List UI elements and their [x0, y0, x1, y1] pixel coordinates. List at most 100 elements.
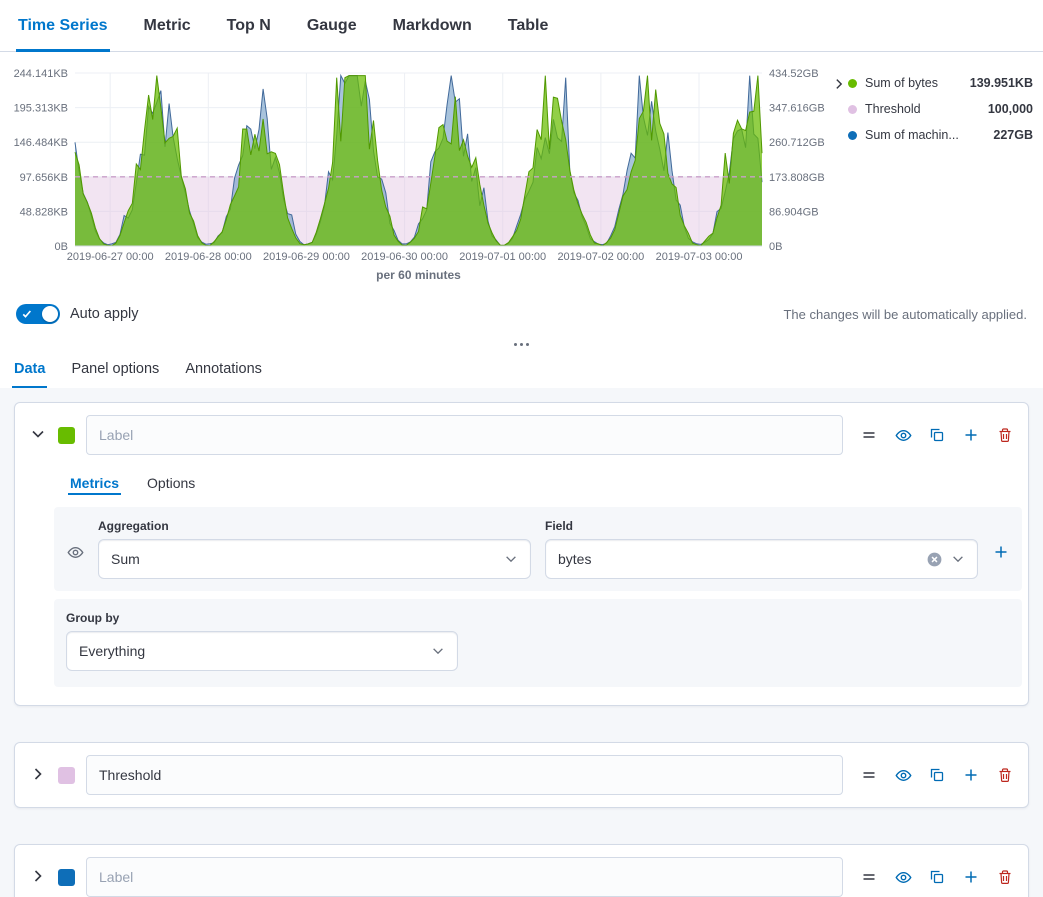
- clone-series-icon[interactable]: [928, 426, 946, 444]
- delete-series-trash-icon[interactable]: [996, 426, 1014, 444]
- svg-text:2019-06-29 00:00: 2019-06-29 00:00: [263, 251, 350, 263]
- aggregation-label: Aggregation: [98, 519, 531, 533]
- tab-gauge[interactable]: Gauge: [305, 0, 359, 51]
- clone-series-icon[interactable]: [928, 868, 946, 886]
- svg-text:86.904GB: 86.904GB: [769, 206, 819, 218]
- chevron-down-icon: [951, 552, 965, 566]
- panel-resize-handle[interactable]: [0, 338, 1043, 350]
- svg-text:per 60 minutes: per 60 minutes: [376, 268, 461, 282]
- svg-text:146.484KB: 146.484KB: [14, 137, 68, 149]
- auto-apply-row: Auto apply The changes will be automatic…: [0, 290, 1043, 338]
- eye-icon[interactable]: [894, 766, 912, 784]
- drag-handle-icon[interactable]: [860, 868, 878, 886]
- clone-series-icon[interactable]: [928, 766, 946, 784]
- field-label: Field: [545, 519, 978, 533]
- legend-collapse-chevron-icon[interactable]: [830, 76, 848, 94]
- series-card-2: [14, 742, 1029, 808]
- subtab-metrics[interactable]: Metrics: [68, 469, 121, 501]
- tab-panel-options[interactable]: Panel options: [69, 350, 161, 388]
- check-icon: [21, 308, 33, 320]
- add-series-icon[interactable]: [962, 426, 980, 444]
- svg-text:2019-06-27 00:00: 2019-06-27 00:00: [67, 251, 154, 263]
- tab-metric[interactable]: Metric: [142, 0, 193, 51]
- svg-text:434.52GB: 434.52GB: [769, 68, 819, 80]
- add-series-icon[interactable]: [962, 766, 980, 784]
- svg-text:0B: 0B: [769, 241, 782, 253]
- add-series-icon[interactable]: [962, 868, 980, 886]
- legend-label: Threshold: [865, 102, 980, 116]
- svg-text:48.828KB: 48.828KB: [20, 206, 68, 218]
- drag-handle-icon[interactable]: [860, 766, 878, 784]
- aggregation-select[interactable]: Sum: [98, 539, 531, 579]
- series-color-swatch[interactable]: [58, 427, 75, 444]
- subtab-options[interactable]: Options: [145, 469, 197, 501]
- field-value: bytes: [558, 551, 926, 567]
- series-sub-tabs: Metrics Options: [68, 469, 1028, 501]
- svg-text:173.808GB: 173.808GB: [769, 172, 825, 184]
- series-color-swatch[interactable]: [58, 869, 75, 886]
- chart-legend: Sum of bytes 139.951KB Threshold 100,000…: [848, 70, 1043, 290]
- legend-dot-green: [848, 79, 857, 88]
- legend-label: Sum of bytes: [865, 76, 962, 90]
- series-label-input[interactable]: [86, 857, 843, 897]
- series-label-input[interactable]: [86, 415, 843, 455]
- legend-dot-blue: [848, 131, 857, 140]
- svg-text:2019-07-03 00:00: 2019-07-03 00:00: [656, 251, 743, 263]
- series-card-1: Metrics Options Aggregation Sum: [14, 402, 1029, 706]
- legend-dot-pink: [848, 105, 857, 114]
- svg-text:2019-06-28 00:00: 2019-06-28 00:00: [165, 251, 252, 263]
- group-by-label: Group by: [66, 611, 1010, 625]
- tab-annotations[interactable]: Annotations: [183, 350, 264, 388]
- editor-tabs: Data Panel options Annotations: [0, 350, 1043, 388]
- delete-series-trash-icon[interactable]: [996, 868, 1014, 886]
- delete-series-trash-icon[interactable]: [996, 766, 1014, 784]
- clear-field-icon[interactable]: [926, 551, 943, 568]
- tab-data[interactable]: Data: [12, 350, 47, 388]
- legend-value: 100,000: [988, 102, 1033, 116]
- time-series-chart: 0B0B48.828KB86.904GB97.656KB173.808GB146…: [0, 62, 830, 290]
- series-card-3: [14, 844, 1029, 897]
- legend-value: 139.951KB: [970, 76, 1033, 90]
- aggregation-value: Sum: [111, 551, 504, 567]
- toggle-knob: [42, 306, 58, 322]
- svg-text:347.616GB: 347.616GB: [769, 103, 825, 115]
- metric-panel: Aggregation Sum Field bytes: [54, 507, 1022, 591]
- field-select[interactable]: bytes: [545, 539, 978, 579]
- series-expand-chevron-right-icon[interactable]: [29, 766, 47, 784]
- eye-icon[interactable]: [894, 868, 912, 886]
- chevron-down-icon: [431, 644, 445, 658]
- series-color-swatch[interactable]: [58, 767, 75, 784]
- auto-apply-hint: The changes will be automatically applie…: [783, 307, 1027, 322]
- auto-apply-label: Auto apply: [70, 306, 139, 322]
- tab-table[interactable]: Table: [506, 0, 551, 51]
- group-by-panel: Group by Everything: [54, 599, 1022, 687]
- legend-item-sum-of-machine[interactable]: Sum of machin... 227GB: [848, 122, 1033, 148]
- metric-visibility-eye-icon[interactable]: [66, 543, 84, 561]
- drag-handle-icon[interactable]: [860, 426, 878, 444]
- tab-top-n[interactable]: Top N: [225, 0, 273, 51]
- svg-text:2019-06-30 00:00: 2019-06-30 00:00: [361, 251, 448, 263]
- time-series-chart-area: 0B0B48.828KB86.904GB97.656KB173.808GB146…: [0, 52, 1043, 290]
- series-label-input[interactable]: [86, 755, 843, 795]
- legend-value: 227GB: [993, 128, 1033, 142]
- svg-text:195.313KB: 195.313KB: [14, 103, 68, 115]
- eye-icon[interactable]: [894, 426, 912, 444]
- add-metric-plus-icon[interactable]: [992, 543, 1010, 561]
- tab-markdown[interactable]: Markdown: [391, 0, 474, 51]
- svg-text:244.141KB: 244.141KB: [14, 68, 68, 80]
- svg-text:2019-07-02 00:00: 2019-07-02 00:00: [557, 251, 644, 263]
- auto-apply-toggle[interactable]: [16, 304, 60, 324]
- tab-time-series[interactable]: Time Series: [16, 0, 110, 51]
- series-collapse-chevron-down-icon[interactable]: [29, 426, 47, 444]
- svg-text:260.712GB: 260.712GB: [769, 137, 825, 149]
- svg-text:97.656KB: 97.656KB: [20, 172, 68, 184]
- svg-text:2019-07-01 00:00: 2019-07-01 00:00: [459, 251, 546, 263]
- legend-item-sum-of-bytes[interactable]: Sum of bytes 139.951KB: [848, 70, 1033, 96]
- visualization-type-tabs: Time Series Metric Top N Gauge Markdown …: [0, 0, 1043, 52]
- legend-item-threshold[interactable]: Threshold 100,000: [848, 96, 1033, 122]
- group-by-value: Everything: [79, 643, 431, 659]
- chevron-down-icon: [504, 552, 518, 566]
- group-by-select[interactable]: Everything: [66, 631, 458, 671]
- series-editor: Metrics Options Aggregation Sum: [0, 388, 1043, 897]
- series-expand-chevron-right-icon[interactable]: [29, 868, 47, 886]
